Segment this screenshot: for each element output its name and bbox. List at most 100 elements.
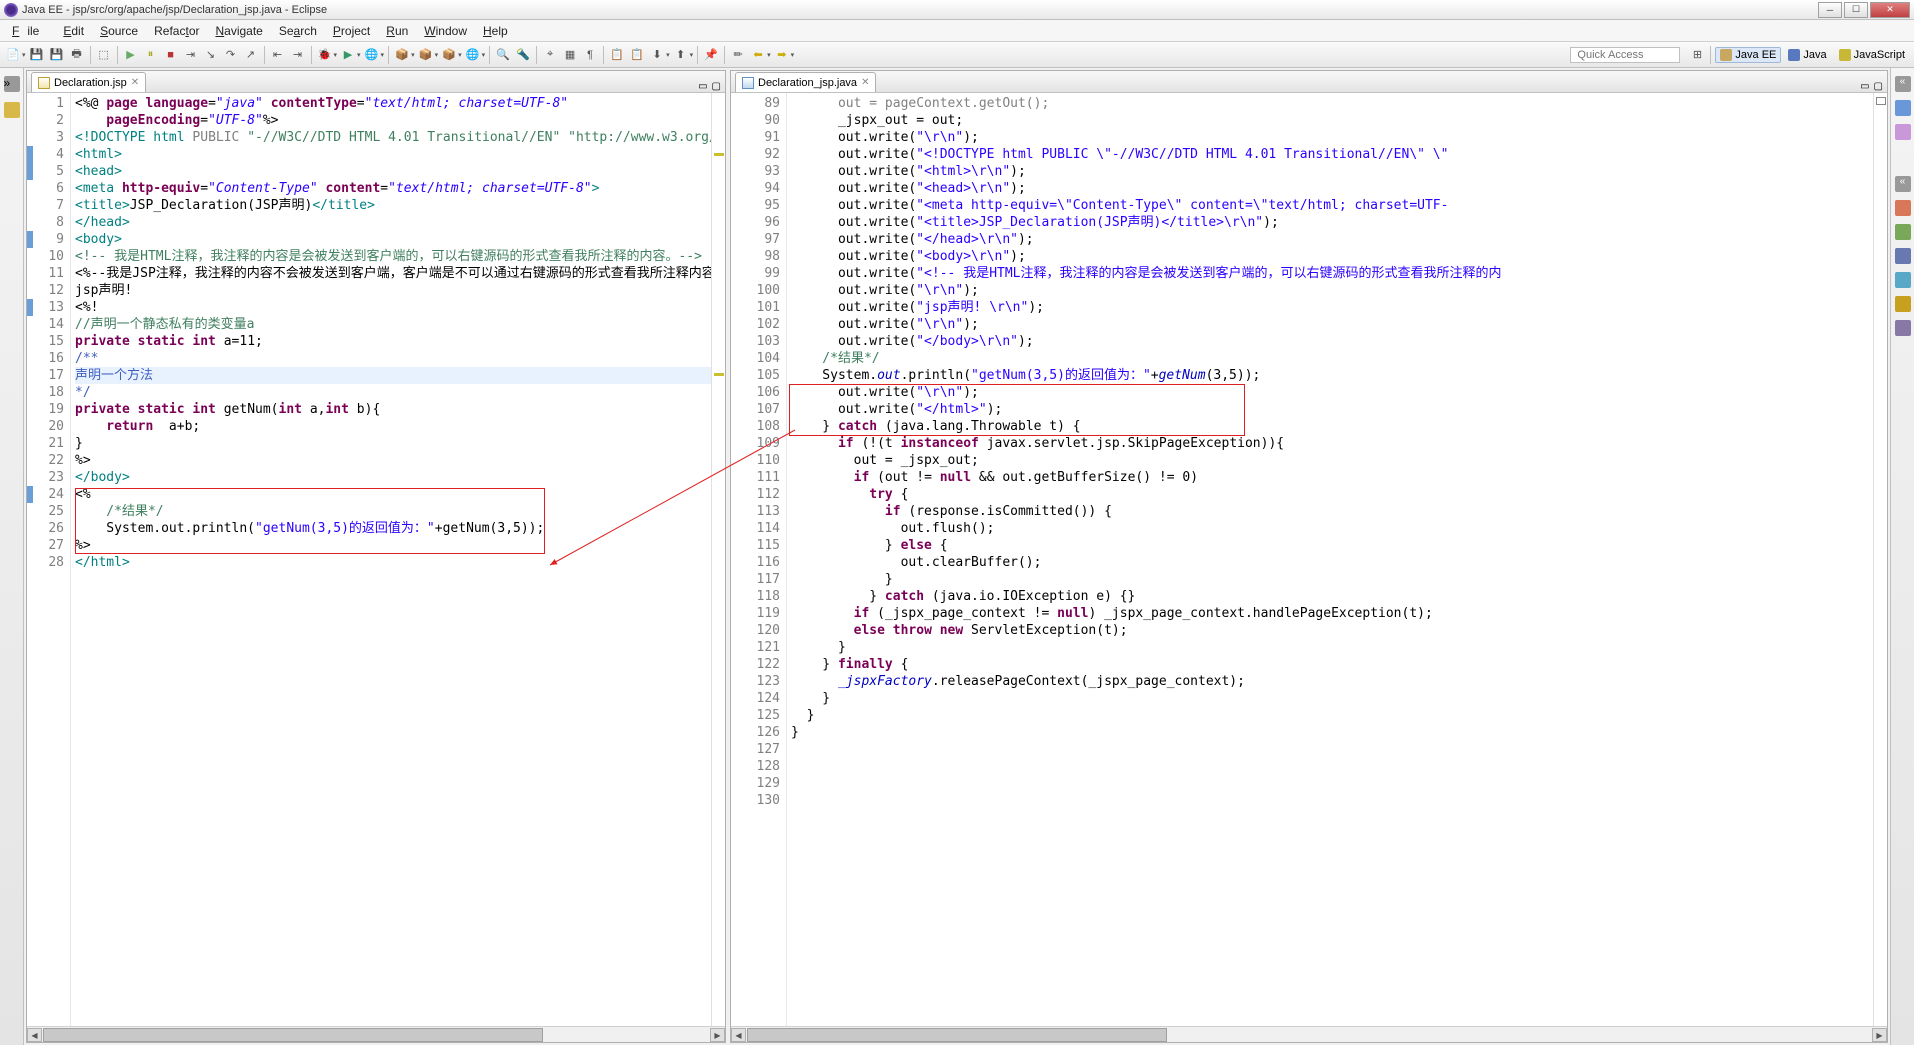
print-button[interactable]: 🖶 xyxy=(68,46,86,64)
overview-ruler[interactable] xyxy=(1873,93,1887,1026)
task-list-icon[interactable] xyxy=(1895,124,1911,140)
left-code-area[interactable]: 1234567891011121314151617181920212223242… xyxy=(27,93,725,1026)
menu-navigate[interactable]: Navigate xyxy=(207,22,270,40)
run-on-server-button[interactable]: 🌐 xyxy=(363,46,381,64)
editor-tab-left[interactable]: Declaration.jsp ✕ xyxy=(31,72,146,92)
dropdown-icon[interactable]: ▾ xyxy=(357,51,361,59)
scroll-left-button[interactable]: ◀ xyxy=(27,1028,42,1042)
dropdown-icon[interactable]: ▾ xyxy=(666,51,670,59)
dropdown-icon[interactable]: ▾ xyxy=(22,51,26,59)
mark-occurrences-button[interactable]: ⌖ xyxy=(541,46,559,64)
editor-tab-right[interactable]: Declaration_jsp.java ✕ xyxy=(735,72,876,92)
right-code-area[interactable]: 8990919293949596979899100101102103104105… xyxy=(731,93,1887,1026)
markers-view-icon[interactable] xyxy=(1895,200,1911,216)
pin-editor-button[interactable]: 📌 xyxy=(702,46,720,64)
outline-view-icon[interactable] xyxy=(1895,100,1911,116)
code-content[interactable]: out = pageContext.getOut(); _jspx_out = … xyxy=(787,93,1873,1026)
menu-file[interactable]: File xyxy=(4,22,55,40)
menu-refactor[interactable]: Refactor xyxy=(146,22,207,40)
overview-ruler[interactable] xyxy=(711,93,725,1026)
menu-window[interactable]: Window xyxy=(416,22,475,40)
dropdown-icon[interactable]: ▾ xyxy=(458,51,462,59)
minimize-view-icon[interactable]: ▭ xyxy=(698,81,707,92)
dropdown-icon[interactable]: ▾ xyxy=(690,51,694,59)
step-over-button[interactable]: ↷ xyxy=(222,46,240,64)
menu-edit[interactable]: Edit xyxy=(55,22,92,40)
task-button[interactable]: 📋 xyxy=(608,46,626,64)
annotation-button[interactable]: 📋 xyxy=(628,46,646,64)
block-selection-button[interactable]: ▦ xyxy=(561,46,579,64)
scroll-right-button[interactable]: ▶ xyxy=(1872,1028,1887,1042)
perspective-js[interactable]: JavaScript xyxy=(1834,47,1910,63)
restore-view-icon[interactable]: » xyxy=(4,76,20,92)
data-source-view-icon[interactable] xyxy=(1895,272,1911,288)
save-all-button[interactable]: 💾 xyxy=(48,46,66,64)
scrollbar-thumb[interactable] xyxy=(747,1028,1167,1042)
new-ejb-button[interactable]: 📦 xyxy=(417,46,435,64)
dropdown-icon[interactable]: ▾ xyxy=(767,51,771,59)
maximize-button[interactable]: ☐ xyxy=(1844,2,1868,18)
toggle-button[interactable]: ⬚ xyxy=(95,46,113,64)
menu-search[interactable]: Search xyxy=(271,22,325,40)
dropdown-icon[interactable]: ▾ xyxy=(435,51,439,59)
dropdown-icon[interactable]: ▾ xyxy=(334,51,338,59)
close-button[interactable]: ✕ xyxy=(1870,2,1910,18)
scrollbar-thumb[interactable] xyxy=(43,1028,543,1042)
nav-forward-button[interactable]: ➡ xyxy=(773,46,791,64)
right-trim-bar: « « xyxy=(1890,68,1914,1045)
scroll-right-button[interactable]: ▶ xyxy=(710,1028,725,1042)
horizontal-scrollbar[interactable]: ◀ ▶ xyxy=(731,1026,1887,1042)
minimized-view-icon[interactable] xyxy=(4,102,20,118)
debug-pause-button[interactable]: ⏸ xyxy=(142,46,160,64)
dropdown-icon[interactable]: ▾ xyxy=(482,51,486,59)
menu-project[interactable]: Project xyxy=(325,22,378,40)
perspective-java[interactable]: Java xyxy=(1783,47,1831,63)
last-edit-button[interactable]: ✏ xyxy=(729,46,747,64)
code-content[interactable]: <%@ page language="java" contentType="te… xyxy=(71,93,711,1026)
open-perspective-button[interactable]: ⊞ xyxy=(1688,46,1706,64)
new-connector-button[interactable]: 📦 xyxy=(440,46,458,64)
shift-right-button[interactable]: ⇥ xyxy=(289,46,307,64)
properties-view-icon[interactable] xyxy=(1895,224,1911,240)
debug-disconnect-button[interactable]: ⇥ xyxy=(182,46,200,64)
show-whitespace-button[interactable]: ¶ xyxy=(581,46,599,64)
save-button[interactable]: 💾 xyxy=(28,46,46,64)
nav-back-button[interactable]: ⬅ xyxy=(749,46,767,64)
dropdown-icon[interactable]: ▾ xyxy=(381,51,385,59)
close-tab-icon[interactable]: ✕ xyxy=(861,77,869,88)
search-button[interactable]: 🔦 xyxy=(514,46,532,64)
new-web-button[interactable]: 🌐 xyxy=(464,46,482,64)
dropdown-icon[interactable]: ▾ xyxy=(411,51,415,59)
servers-view-icon[interactable] xyxy=(1895,248,1911,264)
menu-source[interactable]: Source xyxy=(92,22,146,40)
menu-run[interactable]: Run xyxy=(378,22,416,40)
maximize-view-icon[interactable]: ▢ xyxy=(1874,81,1883,92)
restore-view-icon[interactable]: « xyxy=(1895,176,1911,192)
quick-access-input[interactable] xyxy=(1570,47,1680,63)
menu-help[interactable]: Help xyxy=(475,22,516,40)
debug-stop-button[interactable]: ■ xyxy=(162,46,180,64)
debug-resume-button[interactable]: ▶ xyxy=(122,46,140,64)
snippets-view-icon[interactable] xyxy=(1895,296,1911,312)
horizontal-scrollbar[interactable]: ◀ ▶ xyxy=(27,1026,725,1042)
shift-left-button[interactable]: ⇤ xyxy=(269,46,287,64)
new-button[interactable]: 📄 xyxy=(4,46,22,64)
maximize-view-icon[interactable]: ▢ xyxy=(712,81,721,92)
step-return-button[interactable]: ↗ xyxy=(242,46,260,64)
dropdown-icon[interactable]: ▾ xyxy=(791,51,795,59)
perspective-javaee[interactable]: Java EE xyxy=(1715,47,1781,63)
close-tab-icon[interactable]: ✕ xyxy=(131,77,139,88)
toolbar-separator xyxy=(536,46,537,64)
run-button[interactable]: ▶ xyxy=(339,46,357,64)
restore-view-icon[interactable]: « xyxy=(1895,76,1911,92)
step-into-button[interactable]: ↘ xyxy=(202,46,220,64)
minimize-button[interactable]: ─ xyxy=(1818,2,1842,18)
scroll-left-button[interactable]: ◀ xyxy=(731,1028,746,1042)
minimize-view-icon[interactable]: ▭ xyxy=(1860,81,1869,92)
open-type-button[interactable]: 🔍 xyxy=(494,46,512,64)
prev-annotation-button[interactable]: ⬆ xyxy=(672,46,690,64)
debug-button[interactable]: 🐞 xyxy=(316,46,334,64)
new-server-button[interactable]: 📦 xyxy=(393,46,411,64)
next-annotation-button[interactable]: ⬇ xyxy=(648,46,666,64)
console-view-icon[interactable] xyxy=(1895,320,1911,336)
